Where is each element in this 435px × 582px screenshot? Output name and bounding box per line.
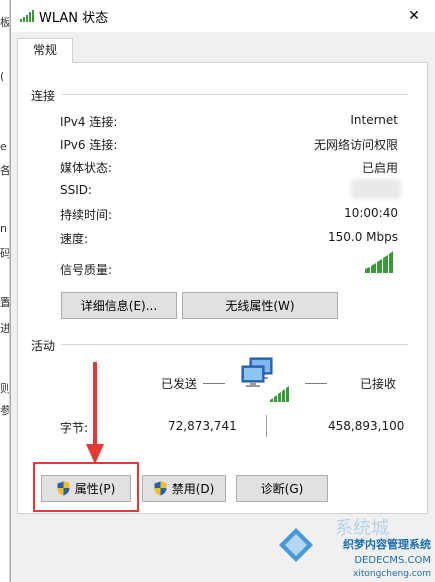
bg-fragment: n <box>0 222 7 235</box>
uac-shield-icon <box>57 481 70 496</box>
windows-logo-watermark-icon <box>279 528 313 562</box>
bg-fragment: e <box>0 140 7 153</box>
diagnose-button[interactable]: 诊断(G) <box>236 475 328 502</box>
bg-fragment: 板 <box>0 16 10 29</box>
received-dash <box>305 383 327 384</box>
media-state-value: 已启用 <box>361 161 398 175</box>
watermark-line3: xitongcheng.com <box>353 569 431 579</box>
ipv6-value: 无网络访问权限 <box>313 138 398 152</box>
ipv4-value: Internet <box>350 113 398 127</box>
close-icon: ✕ <box>408 8 420 24</box>
general-panel: 连接 IPv4 连接: Internet IPv6 连接: 无网络访问权限 媒体… <box>17 62 428 514</box>
ipv6-label: IPv6 连接: <box>60 138 118 152</box>
properties-button[interactable]: 属性(P) <box>41 475 131 502</box>
activity-section-title: 活动 <box>31 337 60 354</box>
speed-label: 速度: <box>60 232 89 246</box>
disable-button[interactable]: 禁用(D) <box>142 475 226 502</box>
background-window-strip: 板 ( e 各 n 码 置 进 则 参 <box>0 0 10 582</box>
speed-value: 150.0 Mbps <box>327 230 398 244</box>
signal-quality-label: 信号质量: <box>60 263 113 277</box>
details-button[interactable]: 详细信息(E)... <box>61 292 177 319</box>
wireless-properties-button[interactable]: 无线属性(W) <box>182 292 338 319</box>
uac-shield-icon <box>154 481 167 496</box>
bg-fragment: 码 <box>0 247 10 260</box>
network-computers-icon <box>241 357 289 402</box>
bg-fragment: 各 <box>0 164 10 177</box>
signal-strength-icon <box>365 251 393 273</box>
wlan-status-dialog: WLAN 状态 ✕ 常规 连接 IPv4 连接: Internet IPv6 连… <box>10 0 435 582</box>
connection-divider <box>62 94 408 95</box>
duration-value: 10:00:40 <box>344 206 398 220</box>
watermark-line2: DEDECMS.COM <box>354 555 431 566</box>
watermark-line1: 织梦内容管理系统 <box>343 538 431 551</box>
bytes-separator <box>266 415 267 437</box>
sent-label: 已发送 <box>161 377 198 391</box>
bg-fragment: 参 <box>0 404 10 417</box>
duration-label: 持续时间: <box>60 208 113 222</box>
bg-fragment: ( <box>0 70 5 83</box>
sent-dash <box>203 383 225 384</box>
site-watermark: 系统城 织梦内容管理系统 DEDECMS.COM xitongcheng.com <box>275 518 435 582</box>
red-arrow-annotation <box>86 362 104 464</box>
bytes-received-value: 458,893,100 <box>328 419 405 433</box>
title-bar[interactable]: WLAN 状态 ✕ <box>11 0 435 32</box>
ssid-label: SSID: <box>60 183 93 197</box>
bytes-sent-value: 72,873,741 <box>168 419 237 433</box>
connection-section-title: 连接 <box>31 87 60 104</box>
media-state-label: 媒体状态: <box>60 161 113 175</box>
ssid-value-blurred <box>351 179 401 199</box>
disable-button-label: 禁用(D) <box>171 482 215 496</box>
close-button[interactable]: ✕ <box>392 0 435 32</box>
window-title: WLAN 状态 <box>39 11 109 26</box>
wifi-signal-icon <box>20 10 34 22</box>
activity-divider <box>62 344 408 345</box>
received-label: 已接收 <box>360 377 397 391</box>
bg-fragment: 置 <box>0 296 10 309</box>
bg-fragment: 进 <box>0 322 10 335</box>
bg-fragment: 则 <box>0 382 10 395</box>
tab-general[interactable]: 常规 <box>17 38 73 63</box>
ipv4-label: IPv4 连接: <box>60 115 118 129</box>
properties-button-label: 属性(P) <box>74 482 116 496</box>
